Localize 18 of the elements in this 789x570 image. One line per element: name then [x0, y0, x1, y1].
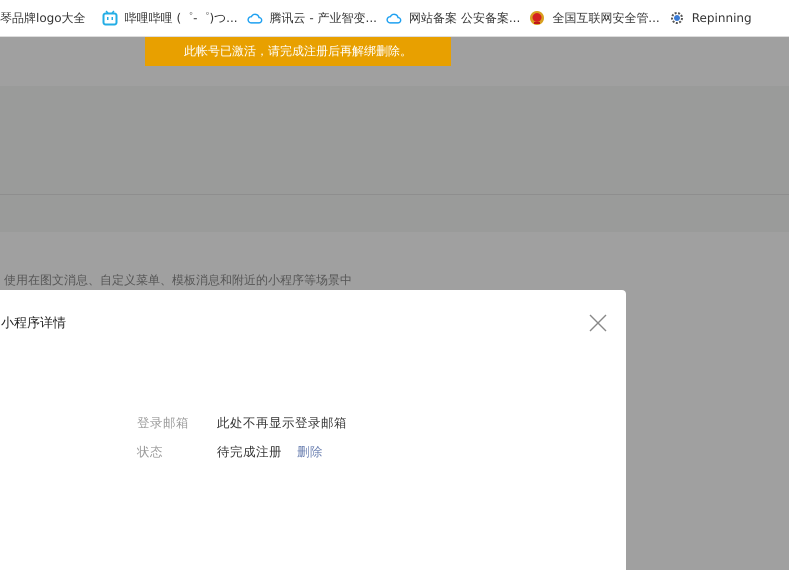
description-text: 使用在图文消息、自定义菜单、模板消息和附近的小程序等场景中	[4, 273, 352, 288]
bookmark[interactable]: 全国互联网安全管...	[529, 10, 669, 26]
bookmark[interactable]: 腾讯云 - 产业智变...	[246, 10, 386, 26]
dialog-title: 小程序详情	[1, 315, 66, 332]
gear-icon	[668, 10, 685, 26]
bookmark[interactable]: 网站备案 公安备案...	[386, 10, 530, 26]
tv-icon	[102, 10, 118, 26]
field-value: 待完成注册	[217, 443, 282, 461]
bookmark[interactable]: 琴品牌logo大全	[0, 10, 95, 26]
emblem-icon	[529, 10, 546, 26]
bookmark[interactable]: 哔哩哔哩 (゜-゜)つ...	[102, 10, 247, 26]
field-label: 登录邮箱	[137, 414, 190, 432]
close-icon[interactable]	[589, 314, 607, 332]
delete-link[interactable]: 删除	[297, 443, 323, 461]
bookmark[interactable]: Repinning	[668, 10, 761, 26]
field-label: 状态	[137, 443, 164, 461]
notice-banner: 此帐号已激活，请完成注册后再解绑删除。	[145, 37, 451, 66]
field-value: 此处不再显示登录邮箱	[217, 414, 347, 432]
